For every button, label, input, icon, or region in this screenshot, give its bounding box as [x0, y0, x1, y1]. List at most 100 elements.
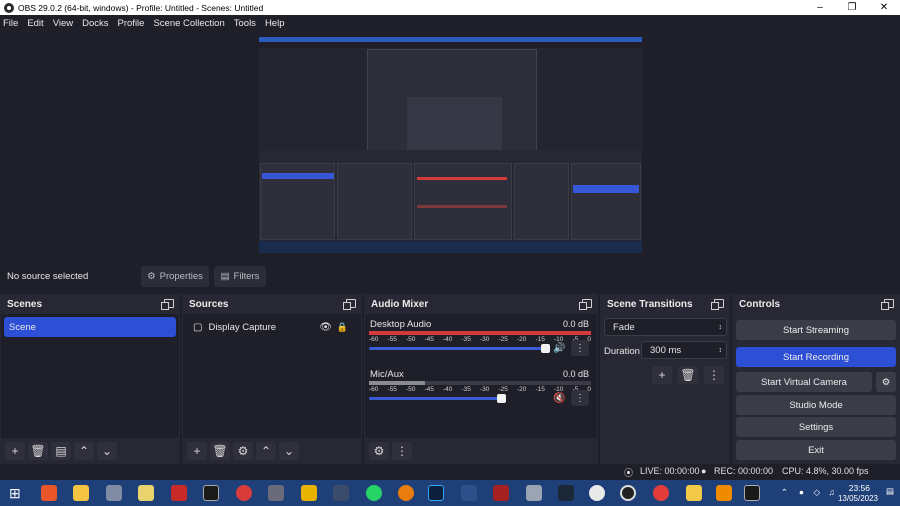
- app-icon[interactable]: [106, 485, 122, 501]
- notification-icon[interactable]: ▤: [886, 486, 894, 497]
- source-item[interactable]: ▢ Display Capture 👁 🔒: [186, 317, 358, 337]
- menu-file[interactable]: File: [3, 18, 18, 29]
- mixer-menu-button[interactable]: ⋮: [392, 442, 412, 460]
- app-icon[interactable]: [301, 485, 317, 501]
- remove-scene-button[interactable]: 🗑: [28, 442, 48, 460]
- maximize-button[interactable]: ❐: [836, 0, 868, 15]
- sources-list: ▢ Display Capture 👁 🔒: [183, 314, 361, 438]
- properties-button[interactable]: ⚙ Properties: [141, 266, 209, 287]
- undock-icon[interactable]: [161, 299, 174, 310]
- scale-tick: -15: [535, 386, 545, 393]
- folder-icon[interactable]: [686, 485, 702, 501]
- scene-item[interactable]: Scene: [4, 317, 176, 337]
- remove-source-button[interactable]: 🗑: [210, 442, 230, 460]
- filters-label: Filters: [233, 271, 260, 282]
- whatsapp-icon[interactable]: [366, 485, 382, 501]
- undock-icon[interactable]: [343, 299, 356, 310]
- steam-icon[interactable]: [558, 485, 574, 501]
- sources-title: Sources: [189, 298, 229, 310]
- studio-mode-button[interactable]: Studio Mode: [736, 395, 896, 415]
- add-scene-button[interactable]: +: [5, 442, 25, 460]
- scene-up-button[interactable]: ⌃: [74, 442, 94, 460]
- app-icon[interactable]: [526, 485, 542, 501]
- advanced-audio-button[interactable]: ⚙: [369, 442, 389, 460]
- volume-fader[interactable]: [369, 347, 545, 350]
- menu-profile[interactable]: Profile: [118, 18, 145, 29]
- close-button[interactable]: ✕: [868, 0, 900, 15]
- speaker-icon[interactable]: 🔊: [553, 343, 565, 354]
- source-down-button[interactable]: ⌄: [279, 442, 299, 460]
- fader-knob[interactable]: [497, 394, 506, 403]
- start-streaming-button[interactable]: Start Streaming: [736, 320, 896, 340]
- capture-recording-button: [573, 185, 639, 193]
- transition-select[interactable]: Fade ↕: [604, 318, 727, 336]
- settings-button[interactable]: Settings: [736, 417, 896, 437]
- add-source-button[interactable]: +: [187, 442, 207, 460]
- exit-button[interactable]: Exit: [736, 440, 896, 460]
- scene-down-button[interactable]: ⌄: [97, 442, 117, 460]
- chrome-icon[interactable]: [589, 485, 605, 501]
- app-icon[interactable]: [493, 485, 509, 501]
- file-explorer-icon[interactable]: [73, 485, 89, 501]
- undock-icon[interactable]: [711, 299, 724, 310]
- rec-status: REC: 00:00:00: [714, 466, 774, 476]
- app-icon[interactable]: [461, 485, 477, 501]
- capture-nested-preview-inner: [407, 97, 502, 157]
- capture-transitions-panel: [514, 163, 569, 240]
- start-recording-button[interactable]: Start Recording: [736, 347, 896, 367]
- scale-tick: -40: [443, 336, 453, 343]
- controls-dock: Controls Start Streaming Start Recording…: [732, 294, 900, 464]
- start-virtual-camera-button[interactable]: Start Virtual Camera: [736, 372, 872, 392]
- brave-icon[interactable]: [41, 485, 57, 501]
- app-icon[interactable]: [171, 485, 187, 501]
- muted-speaker-icon[interactable]: 🔇: [553, 393, 565, 404]
- filters-button[interactable]: ▤ Filters: [214, 266, 266, 287]
- photoshop-icon[interactable]: [428, 485, 444, 501]
- undock-icon[interactable]: [881, 299, 894, 310]
- windows-start-icon[interactable]: ⊞: [9, 485, 25, 501]
- obs-logo-icon: [4, 2, 14, 13]
- volume-fader[interactable]: [369, 397, 501, 400]
- menu-tools[interactable]: Tools: [234, 18, 256, 29]
- source-up-button[interactable]: ⌃: [256, 442, 276, 460]
- channel-menu-button[interactable]: ⋮: [571, 390, 589, 406]
- source-properties-button[interactable]: ⚙: [233, 442, 253, 460]
- add-transition-button[interactable]: +: [652, 366, 672, 384]
- folder-icon[interactable]: [138, 485, 154, 501]
- vlc-icon[interactable]: [716, 485, 732, 501]
- menu-docks[interactable]: Docks: [82, 18, 108, 29]
- duration-spinbox[interactable]: 300 ms ↕: [641, 341, 727, 359]
- app-icon[interactable]: [653, 485, 669, 501]
- blender-icon[interactable]: [398, 485, 414, 501]
- virtual-camera-settings-button[interactable]: ⚙: [876, 372, 896, 392]
- fader-knob[interactable]: [541, 344, 550, 353]
- wifi-icon[interactable]: ◇: [813, 487, 820, 498]
- menu-help[interactable]: Help: [265, 18, 285, 29]
- volume-icon[interactable]: ♫: [829, 487, 835, 497]
- app-icon[interactable]: [203, 485, 219, 501]
- chevron-up-icon[interactable]: ⌃: [781, 487, 788, 498]
- app-icon[interactable]: [333, 485, 349, 501]
- lock-icon[interactable]: 🔒: [337, 322, 348, 333]
- scene-filters-button[interactable]: ▤: [51, 442, 71, 460]
- preview-capture[interactable]: [259, 37, 642, 253]
- capture-meter: [417, 177, 507, 180]
- obs-icon[interactable]: [620, 485, 636, 501]
- remove-transition-button[interactable]: 🗑: [678, 366, 698, 384]
- app-icon[interactable]: [744, 485, 760, 501]
- menu-scene-collection[interactable]: Scene Collection: [153, 18, 224, 29]
- duration-label: Duration: [604, 346, 640, 357]
- channel-menu-button[interactable]: ⋮: [571, 340, 589, 356]
- microphone-icon[interactable]: ●: [799, 487, 804, 497]
- minimize-button[interactable]: –: [804, 0, 836, 15]
- clock-date[interactable]: 13/05/2023: [838, 494, 878, 503]
- app-icon[interactable]: [236, 485, 252, 501]
- app-icon[interactable]: [268, 485, 284, 501]
- clock-time[interactable]: 23:56: [849, 483, 870, 493]
- menu-edit[interactable]: Edit: [27, 18, 43, 29]
- eye-icon[interactable]: 👁: [319, 322, 332, 333]
- transition-menu-button[interactable]: ⋮: [704, 366, 724, 384]
- undock-icon[interactable]: [579, 299, 592, 310]
- audio-mixer-dock: Audio Mixer Desktop Audio 0.0 dB -60 -55 -50…: [364, 294, 598, 464]
- menu-view[interactable]: View: [53, 18, 73, 29]
